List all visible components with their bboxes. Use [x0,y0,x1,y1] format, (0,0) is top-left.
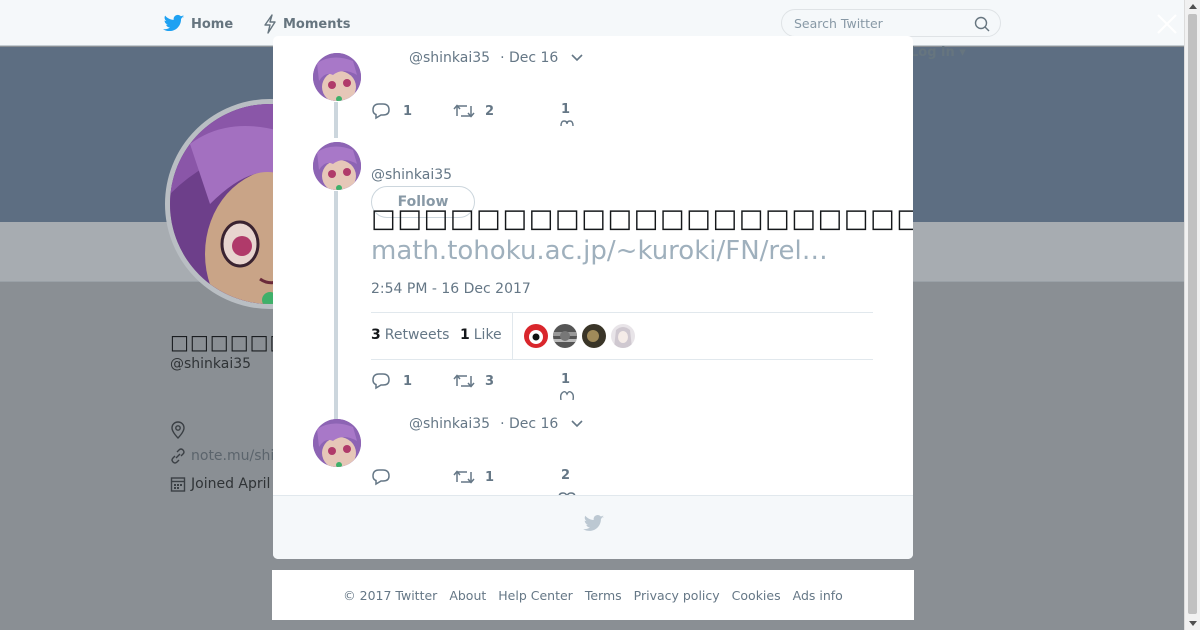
tweet-handle[interactable]: @shinkai35 [371,167,452,183]
tweet-date[interactable]: · Dec 16 [500,416,558,432]
thread-connector-line [334,102,338,138]
scroll-down-arrow-icon[interactable] [1189,621,1197,626]
twitter-bird-icon [583,515,604,531]
avatar-image [313,142,361,190]
tweet-timestamp[interactable]: 2:54 PM - 16 Dec 2017 [371,281,531,297]
retweeter-avatar[interactable] [611,324,635,348]
nav-moments[interactable]: Moments [263,13,350,35]
location-pin-icon [171,421,185,439]
avatar-image [553,324,577,348]
tweet-handle[interactable]: @shinkai35 [409,416,490,432]
tweet-text: □□□□□□□□□□□□□□□□□□□□□□□□□□□□□□□□□□□□□□□□… [371,204,913,234]
chevron-down-icon[interactable] [570,419,584,429]
retweet-count: 1 [485,469,495,485]
retweeter-avatar[interactable] [553,324,577,348]
stats-divider [512,313,513,360]
footer-link-cookies[interactable]: Cookies [732,588,781,603]
avatar-image [582,324,606,348]
nav-moments-label: Moments [283,16,351,32]
profile-location [170,421,191,439]
profile-joined: Joined April [170,475,270,493]
reply-icon [372,469,390,486]
heart-icon[interactable] [559,390,575,400]
footer-link-about[interactable]: About [449,588,486,603]
chevron-down-icon[interactable] [570,53,584,63]
close-icon[interactable] [1155,12,1179,36]
like-action[interactable]: 1 [561,372,570,387]
login-label: Log in [910,45,955,60]
tweet-header: @shinkai35 · Dec 16 [409,416,584,432]
avatar-image [313,53,361,101]
tweet-handle[interactable]: @shinkai35 [409,50,490,66]
footer-link-privacy[interactable]: Privacy policy [634,588,720,603]
like-count: 2 [561,468,571,483]
reply-count: 1 [403,373,413,389]
reply-action[interactable]: 1 [371,372,412,390]
reply-icon [372,373,390,390]
retweet-stat-label: Retweets [384,327,450,343]
site-footer: © 2017 Twitter About Help Center Terms P… [272,570,914,620]
nav-home-label: Home [191,16,234,32]
twitter-bird-icon [163,14,185,32]
scroll-up-arrow-icon[interactable] [1189,4,1197,9]
retweet-icon [453,470,475,484]
search-placeholder: Search Twitter [794,15,883,31]
like-stat-count: 1 [460,327,470,343]
retweet-icon [453,104,475,118]
profile-website[interactable]: note.mu/shi [170,447,274,465]
link-icon [171,448,185,464]
profile-website-label: note.mu/shi [191,448,275,464]
like-count: 1 [561,372,571,387]
tweet-link[interactable]: math.tohoku.ac.jp/~kuroki/FN/rel… [371,236,828,266]
like-stat[interactable]: 1 Like [460,327,502,343]
tweet-avatar[interactable] [313,53,361,101]
like-stat-label: Like [473,327,502,343]
tweet-avatar[interactable] [313,142,361,190]
like-action[interactable]: 2 [561,468,570,483]
footer-link-help-center[interactable]: Help Center [498,588,573,603]
retweet-action[interactable]: 1 [453,468,494,486]
reply-count: 1 [403,103,413,119]
retweet-count: 3 [485,373,495,389]
retweeter-avatar[interactable] [582,324,606,348]
modal-footer [273,495,913,559]
retweet-stat-count: 3 [371,327,381,343]
retweet-icon [453,374,475,388]
footer-link-terms[interactable]: Terms [585,588,622,603]
reply-icon [372,103,390,120]
retweet-count: 2 [485,103,495,119]
reply-action[interactable]: 1 [371,102,412,120]
tweet-avatar[interactable] [313,419,361,467]
page-scrollbar[interactable] [1184,0,1200,630]
tweet-date[interactable]: · Dec 16 [500,50,558,66]
search-input[interactable]: Search Twitter [781,9,1001,37]
footer-link-ads-info[interactable]: Ads info [793,588,843,603]
retweet-stat[interactable]: 3 Retweets [371,327,449,343]
profile-handle: @shinkai35 [170,356,252,372]
search-icon[interactable] [974,16,990,32]
retweeter-avatar[interactable] [524,324,548,348]
like-count: 1 [561,102,571,117]
scrollbar-thumb[interactable] [1188,14,1197,614]
profile-joined-label: Joined April [191,476,271,492]
avatar-image [313,419,361,467]
retweet-action[interactable]: 3 [453,372,494,390]
avatar-image [524,324,548,348]
reply-action[interactable] [371,468,403,486]
tweet-permalink-modal: @shinkai35 · Dec 16 1 2 1 @shinkai35 Fol… [273,36,913,559]
avatar-image [611,324,635,348]
tweet-header: @shinkai35 · Dec 16 [409,50,584,66]
thread-connector-line [334,191,338,419]
nav-home[interactable]: Home [163,13,233,35]
tweet-stats: 3 Retweets 1 Like [371,312,873,360]
lightning-icon [264,14,276,34]
heart-icon[interactable] [559,120,575,126]
calendar-icon [170,477,186,492]
login-dropdown[interactable]: Log in ▾ [910,45,966,60]
retweet-action[interactable]: 2 [453,102,494,120]
footer-copyright: © 2017 Twitter [343,587,438,603]
like-action[interactable]: 1 [561,102,570,117]
